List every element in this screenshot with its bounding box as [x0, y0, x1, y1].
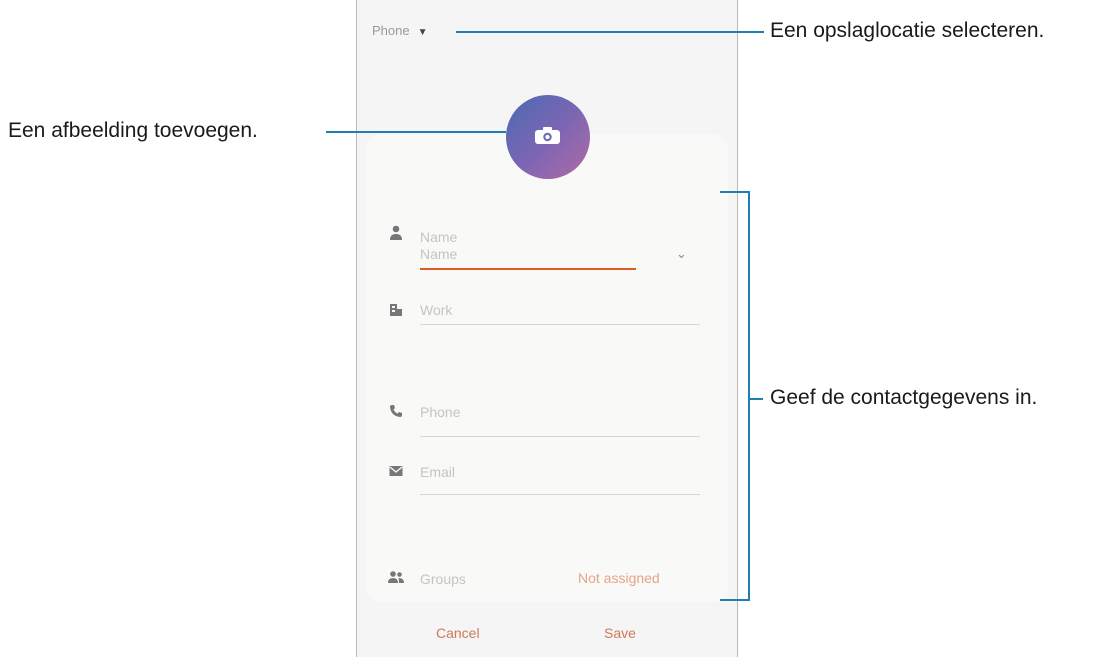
phone-icon	[384, 404, 408, 422]
contact-form-card	[366, 134, 728, 602]
email-icon	[384, 464, 408, 481]
storage-annotation: Een opslaglocatie selecteren.	[770, 19, 1045, 42]
storage-callout-line	[456, 31, 764, 33]
camera-icon	[535, 127, 560, 144]
picture-callout-line	[326, 131, 506, 133]
name-input-underline	[420, 268, 636, 270]
name-input[interactable]: Name	[420, 246, 457, 262]
name-section-label: Name	[420, 229, 458, 245]
cancel-button[interactable]: Cancel	[436, 625, 480, 641]
email-input[interactable]: Email	[420, 464, 455, 480]
picture-annotation: Een afbeelding toevoegen.	[8, 119, 258, 142]
groups-label: Groups	[420, 571, 466, 587]
add-picture-button[interactable]	[506, 95, 590, 179]
groups-value[interactable]: Not assigned	[578, 570, 660, 586]
organization-input[interactable]: Work	[420, 302, 452, 318]
save-button[interactable]: Save	[604, 625, 636, 641]
email-underline	[420, 494, 700, 495]
expand-name-chevron-icon[interactable]: ⌄	[676, 246, 687, 262]
person-icon	[384, 225, 408, 245]
storage-label: Phone	[372, 23, 410, 38]
details-callout-bracket	[720, 191, 750, 601]
phone-number-input[interactable]: Phone	[420, 404, 460, 420]
organization-icon	[384, 303, 408, 321]
details-callout-line	[749, 398, 763, 400]
phone-underline	[420, 436, 700, 437]
details-annotation: Geef de contactgegevens in.	[770, 386, 1038, 409]
storage-location-selector[interactable]: Phone ▼	[372, 23, 428, 38]
organization-underline	[420, 324, 700, 325]
dropdown-arrow-icon: ▼	[417, 27, 428, 38]
groups-icon	[384, 570, 408, 588]
